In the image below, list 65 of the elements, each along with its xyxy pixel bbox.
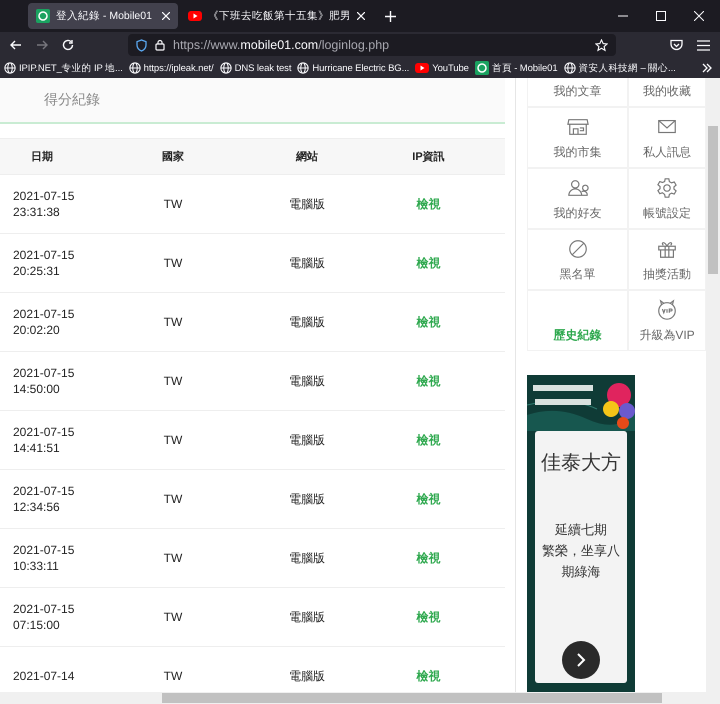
menu-item[interactable]: 我的好友: [527, 168, 628, 229]
column-header: 國家: [161, 150, 185, 164]
ad-text: 延續七期: [555, 522, 607, 540]
table-cell-text: TW: [162, 669, 184, 683]
menu-item[interactable]: 我的市集: [527, 107, 628, 168]
column-header: 日期: [30, 150, 54, 164]
table-cell-text: TW: [162, 610, 184, 624]
table-cell-text: TW: [162, 374, 184, 388]
table-cell-text: TW: [162, 256, 184, 270]
menu-item[interactable]: 升級為VIP: [628, 290, 706, 351]
ad-text: 期綠海: [562, 564, 600, 582]
table-cell-text: 電腦版: [288, 372, 326, 390]
table-cell-text: TW: [162, 492, 184, 506]
table-cell-text: TW: [162, 315, 184, 329]
view-link[interactable]: 檢視: [352, 314, 505, 330]
table-cell-text: TW: [162, 197, 184, 211]
view-link[interactable]: 檢視: [352, 254, 505, 272]
column-header: 網站: [294, 150, 319, 164]
bookmark-link[interactable]: IPIP.NET_专业的 IP 地...: [19, 62, 123, 74]
table-cell-text: TW: [162, 551, 184, 565]
view-link[interactable]: 檢視: [352, 432, 505, 448]
date-cell-text: 2021-07-14: [12, 668, 76, 684]
bookmark-link[interactable]: DNS leak test: [234, 62, 292, 74]
date-cell-text: 2021-07-15 10:33:11: [12, 542, 76, 574]
menu-item[interactable]: 我的文章: [527, 78, 628, 107]
ad-title: 佳泰大方: [541, 449, 621, 476]
menu-item[interactable]: 抽獎活動: [628, 229, 706, 290]
bookmark-link[interactable]: 首頁 - Mobile01: [492, 62, 558, 74]
menu-item[interactable]: 帳號設定: [628, 168, 706, 229]
date-cell-text: 2021-07-15 07:15:00: [12, 601, 76, 633]
table-cell-text: 電腦版: [288, 254, 326, 272]
table-cell-text: 電腦版: [288, 314, 326, 330]
menu-item[interactable]: 歷史紀錄: [527, 290, 628, 351]
view-link[interactable]: 檢視: [352, 550, 505, 566]
view-link[interactable]: 檢視: [352, 196, 505, 212]
view-link[interactable]: 檢視: [352, 668, 505, 684]
browser-tab[interactable]: 登入紀錄 - Mobile01: [28, 3, 178, 29]
table-cell-text: TW: [162, 433, 184, 447]
bookmark-link[interactable]: Hurricane Electric BG...: [312, 62, 410, 74]
view-link[interactable]: 檢視: [352, 372, 505, 390]
table-cell-text: 電腦版: [288, 550, 326, 566]
bookmark-link[interactable]: 資安人科技網 – 關心...: [578, 62, 676, 74]
table-cell-text: 電腦版: [288, 490, 326, 508]
ad-text: 繁榮，坐享八: [542, 543, 620, 561]
table-cell-text: 電腦版: [288, 668, 326, 684]
date-cell-text: 2021-07-15 20:25:31: [12, 247, 76, 279]
section-tab[interactable]: 得分紀錄: [44, 91, 100, 109]
date-cell-text: 2021-07-15 14:50:00: [12, 365, 76, 397]
browser-tab[interactable]: 《下班去吃飯第十五集》肥男: [180, 3, 373, 29]
table-cell-text: 電腦版: [288, 608, 326, 626]
date-cell-text: 2021-07-15 20:02:20: [12, 306, 76, 338]
date-cell-text: 2021-07-15 23:31:38: [12, 188, 76, 220]
view-link[interactable]: 檢視: [352, 608, 505, 626]
table-cell-text: 電腦版: [288, 196, 326, 212]
menu-item[interactable]: 私人訊息: [628, 107, 706, 168]
table-cell-text: 電腦版: [288, 432, 326, 448]
menu-item[interactable]: 黑名單: [527, 229, 628, 290]
column-header: IP資訊: [411, 150, 446, 164]
date-cell-text: 2021-07-15 14:41:51: [12, 424, 76, 456]
bookmark-link[interactable]: YouTube: [432, 62, 469, 74]
date-cell-text: 2021-07-15 12:34:56: [12, 483, 76, 515]
url-text: https://www.mobile01.com/loginlog.php: [173, 38, 390, 52]
address-bar[interactable]: https://www.mobile01.com/loginlog.php: [128, 34, 616, 56]
bookmark-link[interactable]: https://ipleak.net/: [144, 62, 214, 74]
view-link[interactable]: 檢視: [352, 490, 505, 508]
